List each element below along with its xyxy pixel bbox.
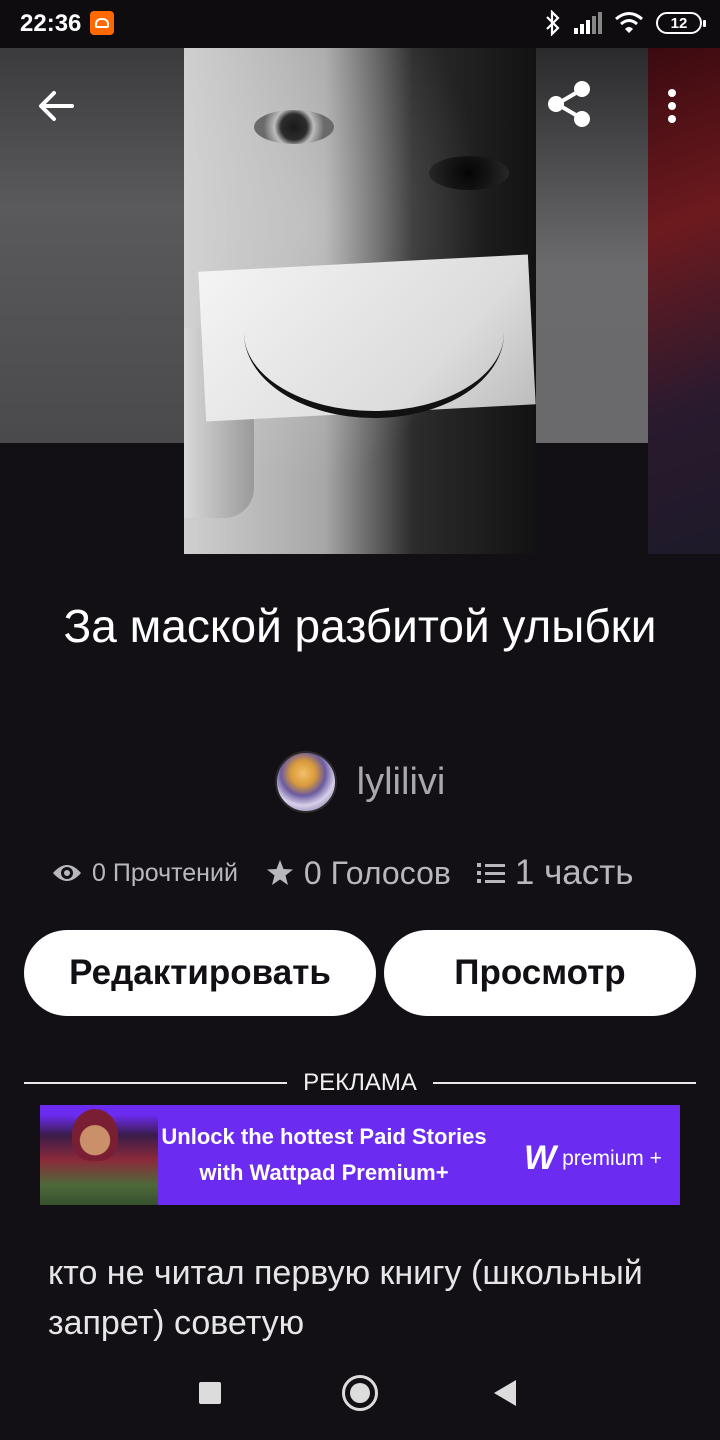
ad-banner[interactable]: Unlock the hottest Paid Stories with Wat… <box>40 1105 680 1205</box>
system-back-button[interactable] <box>494 1380 516 1406</box>
parts-stat: 1 часть <box>476 853 634 893</box>
system-nav-bar <box>0 1350 720 1440</box>
story-title: За маской разбитой улыбки <box>63 600 657 652</box>
reads-stat: 0 Прочтений <box>52 859 238 888</box>
wifi-icon <box>615 12 643 33</box>
divider <box>432 1082 697 1084</box>
parts-count: 1 часть <box>514 853 634 892</box>
ad-label-row: РЕКЛАМА <box>24 1068 697 1098</box>
battery-indicator: 12 <box>656 12 706 34</box>
ad-label: РЕКЛАМА <box>303 1069 417 1096</box>
share-button[interactable] <box>538 76 600 132</box>
back-button[interactable] <box>22 78 90 134</box>
more-options-button[interactable] <box>650 78 694 134</box>
recent-apps-button[interactable] <box>199 1382 221 1404</box>
wattpad-logo-icon: W <box>524 1139 557 1177</box>
status-time: 22:36 <box>20 10 82 37</box>
ad-line-1: Unlock the hottest Paid Stories <box>161 1124 487 1149</box>
divider <box>24 1082 288 1084</box>
author-row[interactable]: lylilivi <box>0 750 720 814</box>
story-stats: 0 Прочтений 0 Голосов 1 часть <box>52 848 634 898</box>
edit-button[interactable]: Редактировать <box>24 930 376 1016</box>
eye-icon <box>53 865 81 881</box>
cover-image[interactable] <box>184 48 536 554</box>
status-bar: 22:36 12 <box>0 0 720 48</box>
status-icons: 12 <box>544 10 706 36</box>
avatar[interactable] <box>274 751 337 813</box>
ad-headline: Unlock the hottest Paid Stories with Wat… <box>144 1119 504 1191</box>
arrow-left-icon <box>39 91 74 121</box>
wattpad-premium-logo: W premium + <box>524 1139 662 1178</box>
home-button[interactable] <box>342 1375 378 1411</box>
author-name[interactable]: lylilivi <box>357 761 446 804</box>
cover-carousel[interactable] <box>0 48 720 554</box>
list-icon <box>476 863 505 883</box>
view-button[interactable]: Просмотр <box>384 930 696 1016</box>
more-vertical-icon <box>668 89 676 123</box>
mi-notification-icon <box>90 11 114 35</box>
ad-person-image <box>40 1105 158 1205</box>
signal-icon <box>574 12 602 34</box>
votes-count: 0 Голосов <box>303 854 451 891</box>
ad-line-2: with Wattpad Premium+ <box>199 1160 449 1185</box>
premium-text: premium + <box>562 1146 662 1170</box>
votes-stat: 0 Голосов <box>266 855 451 892</box>
story-description: кто не читал первую книгу (школьный запр… <box>48 1254 643 1342</box>
reads-count: 0 Прочтений <box>92 858 238 887</box>
share-icon <box>548 81 590 127</box>
bluetooth-icon <box>546 10 560 36</box>
star-icon <box>266 860 293 885</box>
